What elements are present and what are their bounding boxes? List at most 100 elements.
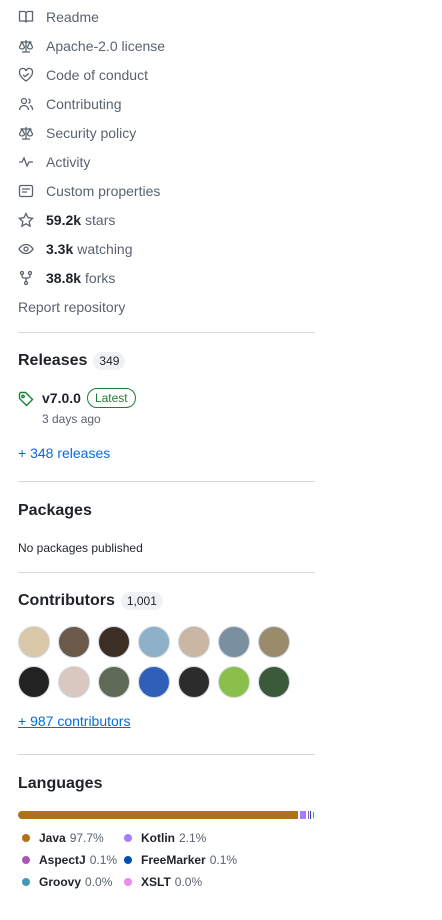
more-releases-link[interactable]: + 348 releases (18, 445, 315, 461)
language-color-dot (22, 878, 30, 886)
avatar[interactable] (138, 626, 170, 658)
avatar[interactable] (178, 666, 210, 698)
people-icon (18, 96, 34, 112)
forks-count: 38.8k (46, 269, 82, 286)
law-icon (18, 38, 34, 54)
avatar[interactable] (218, 626, 250, 658)
divider (18, 572, 315, 573)
security-policy-link[interactable]: Security policy (18, 118, 315, 147)
stars-label: stars (85, 211, 116, 228)
languages-title: Languages (18, 775, 103, 792)
contributors-heading[interactable]: Contributors 1,001 (18, 592, 315, 610)
pulse-icon (18, 154, 34, 170)
language-item-xslt[interactable]: XSLT 0.0% (124, 875, 244, 889)
release-date: 3 days ago (42, 412, 101, 426)
contributors-section: Contributors 1,001 + 987 contributors (18, 592, 315, 729)
contributors-title: Contributors (18, 592, 115, 609)
divider (18, 481, 315, 482)
language-color-dot (124, 856, 132, 864)
language-color-dot (22, 834, 30, 842)
license-label: Apache-2.0 license (46, 37, 166, 54)
more-contributors-link[interactable]: + 987 contributors (18, 713, 315, 729)
forks-label: forks (85, 269, 116, 286)
avatar[interactable] (218, 666, 250, 698)
release-tag[interactable]: v7.0.0 (42, 390, 81, 406)
avatar[interactable] (258, 666, 290, 698)
language-item-aspectj[interactable]: AspectJ 0.1% (22, 853, 124, 867)
language-name: Groovy (39, 875, 82, 889)
language-name: FreeMarker (141, 853, 206, 867)
language-color-dot (124, 834, 132, 842)
watching-label: watching (77, 240, 133, 257)
note-icon (18, 183, 34, 199)
language-bar-segment (300, 811, 307, 819)
stars-link[interactable]: 59.2k stars (18, 205, 315, 234)
activity-label: Activity (46, 153, 91, 170)
contributors-count: 1,001 (120, 592, 163, 610)
watching-count: 3.3k (46, 240, 74, 257)
book-icon (18, 9, 34, 25)
releases-heading[interactable]: Releases 349 (18, 352, 315, 370)
releases-title: Releases (18, 352, 88, 369)
language-percent: 0.1% (89, 853, 118, 867)
releases-section: Releases 349 v7.0.0 Latest 3 days ago + … (18, 352, 315, 461)
latest-release[interactable]: v7.0.0 Latest 3 days ago (18, 388, 315, 426)
avatar[interactable] (98, 666, 130, 698)
law-icon (18, 125, 34, 141)
language-percent: 0.0% (85, 875, 113, 889)
language-name: Java (39, 831, 66, 845)
language-percent: 2.1% (179, 831, 207, 845)
divider (18, 754, 315, 755)
avatar[interactable] (138, 666, 170, 698)
license-link[interactable]: Apache-2.0 license (18, 31, 315, 60)
language-item-freemarker[interactable]: FreeMarker 0.1% (124, 853, 244, 867)
language-name: XSLT (141, 875, 171, 889)
language-bar-segment (18, 811, 299, 819)
language-color-dot (22, 856, 30, 864)
readme-link[interactable]: Readme (18, 2, 315, 31)
security-policy-label: Security policy (46, 124, 137, 141)
activity-link[interactable]: Activity (18, 147, 315, 176)
custom-properties-label: Custom properties (46, 182, 161, 199)
custom-properties-link[interactable]: Custom properties (18, 176, 315, 205)
contributing-link[interactable]: Contributing (18, 89, 315, 118)
watching-link[interactable]: 3.3k watching (18, 234, 315, 263)
code-of-conduct-icon (18, 67, 34, 83)
about-links: Readme Apache-2.0 license Code of conduc… (18, 2, 315, 321)
avatar[interactable] (98, 626, 130, 658)
language-name: Kotlin (141, 831, 175, 845)
language-percent: 0.1% (209, 853, 238, 867)
report-repository-link[interactable]: Report repository (18, 292, 315, 321)
language-color-dot (124, 878, 132, 886)
contributing-label: Contributing (46, 95, 122, 112)
repo-forked-icon (18, 270, 34, 286)
forks-link[interactable]: 38.8k forks (18, 263, 315, 292)
avatar[interactable] (258, 626, 290, 658)
avatar[interactable] (18, 626, 50, 658)
language-item-kotlin[interactable]: Kotlin 2.1% (124, 831, 244, 845)
contributor-avatars (18, 626, 315, 698)
language-list: Java 97.7% Kotlin 2.1% AspectJ 0.1% Free… (22, 831, 315, 889)
packages-title[interactable]: Packages (18, 502, 315, 520)
language-name: AspectJ (39, 853, 86, 867)
no-packages-text: No packages published (18, 541, 143, 555)
readme-label: Readme (46, 8, 99, 25)
language-item-java[interactable]: Java 97.7% (22, 831, 124, 845)
language-item-groovy[interactable]: Groovy 0.0% (22, 875, 124, 889)
stars-count: 59.2k (46, 211, 82, 228)
avatar[interactable] (58, 626, 90, 658)
code-of-conduct-label: Code of conduct (46, 66, 148, 83)
latest-badge: Latest (86, 388, 136, 408)
packages-section: Packages No packages published (18, 502, 315, 555)
language-percent: 97.7% (69, 831, 104, 845)
eye-icon (18, 241, 34, 257)
releases-count: 349 (93, 352, 126, 370)
avatar[interactable] (178, 626, 210, 658)
avatar[interactable] (18, 666, 50, 698)
star-icon (18, 211, 34, 228)
divider (18, 332, 315, 333)
languages-section: Languages Java 97.7% Kotlin 2.1% AspectJ (18, 775, 315, 889)
language-bar (18, 811, 315, 819)
avatar[interactable] (58, 666, 90, 698)
code-of-conduct-link[interactable]: Code of conduct (18, 60, 315, 89)
